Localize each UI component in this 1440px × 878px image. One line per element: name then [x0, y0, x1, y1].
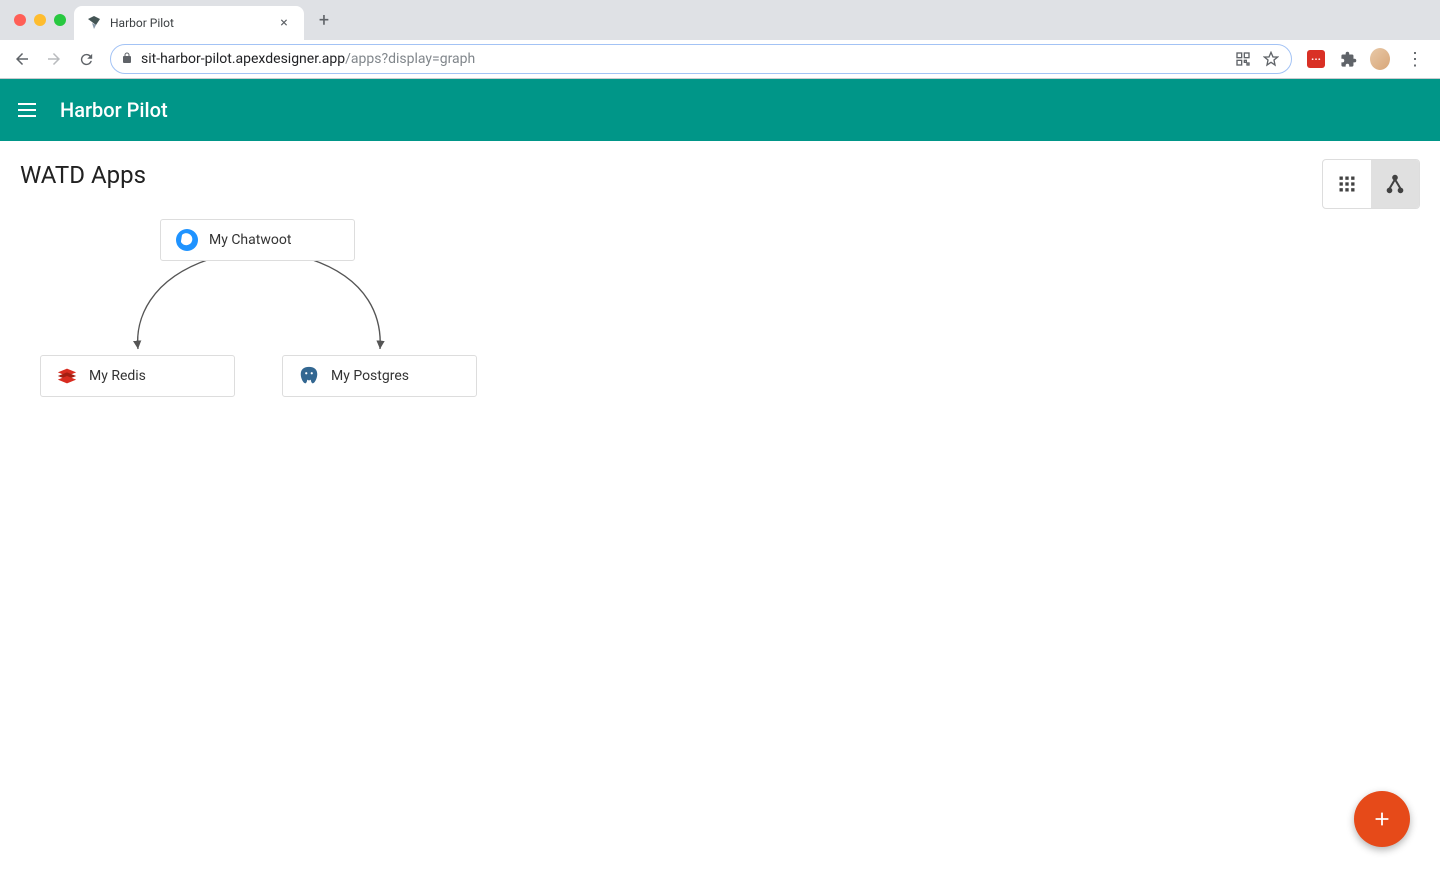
lock-icon	[121, 52, 133, 67]
qr-icon[interactable]	[1233, 51, 1253, 67]
favicon-icon	[86, 15, 102, 31]
url-host: sit-harbor-pilot.apexdesigner.app	[141, 51, 345, 67]
window-maximize-button[interactable]	[54, 14, 66, 26]
node-redis[interactable]: My Redis	[40, 355, 235, 397]
browser-tab[interactable]: Harbor Pilot ×	[74, 6, 304, 40]
chatwoot-icon	[175, 228, 199, 252]
app-header: Harbor Pilot	[0, 79, 1440, 141]
extension-lastpass-icon[interactable]: ···	[1306, 49, 1326, 69]
graph-view-button[interactable]	[1371, 160, 1419, 208]
redis-icon	[55, 364, 79, 388]
node-postgres[interactable]: My Postgres	[282, 355, 477, 397]
view-toggle	[1322, 159, 1420, 209]
new-tab-button[interactable]: +	[310, 6, 338, 34]
node-chatwoot[interactable]: My Chatwoot	[160, 219, 355, 261]
address-bar[interactable]: sit-harbor-pilot.apexdesigner.app/apps?d…	[110, 44, 1292, 74]
extensions-menu-icon[interactable]	[1338, 49, 1358, 69]
forward-button[interactable]	[40, 45, 68, 73]
node-label: My Chatwoot	[209, 232, 291, 248]
window-close-button[interactable]	[14, 14, 26, 26]
tab-strip: Harbor Pilot × +	[0, 0, 1440, 40]
app-title: Harbor Pilot	[60, 98, 168, 122]
node-label: My Postgres	[331, 368, 409, 384]
page-title: WATD Apps	[20, 161, 1420, 189]
browser-toolbar: sit-harbor-pilot.apexdesigner.app/apps?d…	[0, 40, 1440, 78]
node-label: My Redis	[89, 368, 146, 384]
star-icon[interactable]	[1261, 51, 1281, 67]
window-minimize-button[interactable]	[34, 14, 46, 26]
reload-button[interactable]	[72, 45, 100, 73]
page-content: WATD Apps My Chatwoot	[0, 141, 1440, 878]
menu-button[interactable]	[16, 98, 40, 122]
grid-view-button[interactable]	[1323, 160, 1371, 208]
window-controls	[10, 14, 74, 26]
tab-title: Harbor Pilot	[110, 16, 268, 30]
profile-avatar[interactable]	[1370, 49, 1390, 69]
add-button[interactable]	[1354, 791, 1410, 847]
back-button[interactable]	[8, 45, 36, 73]
tab-close-button[interactable]: ×	[276, 15, 292, 31]
graph-canvas[interactable]: My Chatwoot My Redis My Postgres	[20, 219, 1420, 619]
browser-menu-button[interactable]: ⋮	[1398, 49, 1432, 70]
browser-chrome: Harbor Pilot × + sit-harbor-pilot.apexde…	[0, 0, 1440, 79]
url-path: /apps?display=graph	[345, 51, 475, 67]
url-text: sit-harbor-pilot.apexdesigner.app/apps?d…	[141, 51, 1225, 67]
postgres-icon	[297, 364, 321, 388]
